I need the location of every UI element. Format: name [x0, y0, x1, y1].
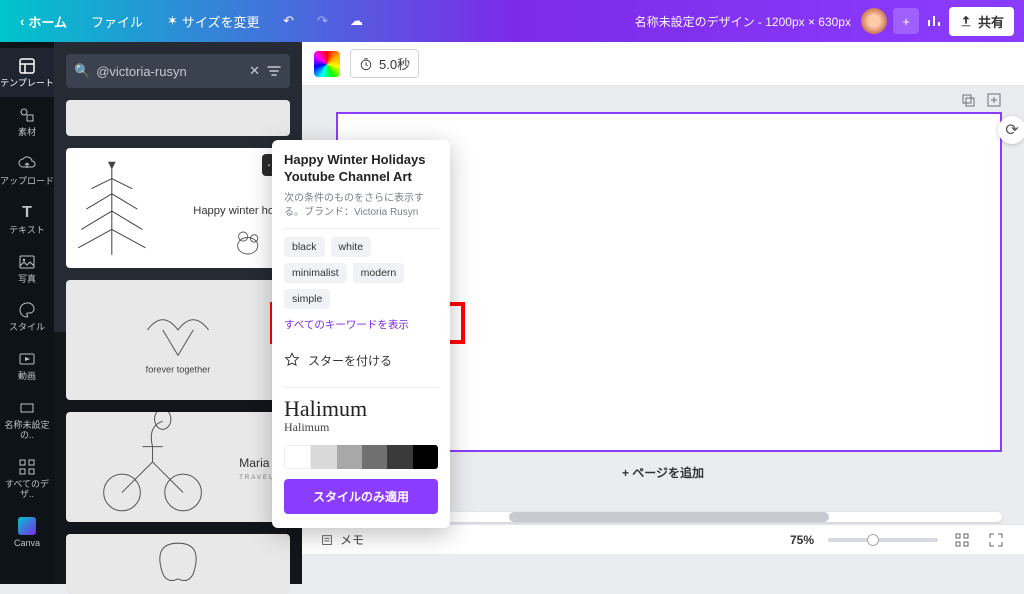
- resize-menu[interactable]: ✶ サイズを変更: [157, 6, 270, 37]
- clear-search-button[interactable]: ✕: [249, 63, 260, 79]
- search-icon: 🔍: [74, 63, 90, 79]
- swatch[interactable]: [284, 445, 311, 469]
- template-thumb-1[interactable]: ⋯ Happy winter holidays: [66, 148, 290, 268]
- template-thumb-0[interactable]: [66, 100, 290, 136]
- home-label: ホーム: [28, 12, 67, 31]
- apply-style-button[interactable]: スタイルのみ適用: [284, 479, 438, 514]
- avatar[interactable]: [861, 8, 887, 34]
- svg-text:forever together: forever together: [146, 365, 211, 375]
- star-button[interactable]: スターを付ける: [278, 342, 444, 379]
- doc-icon: [17, 398, 37, 418]
- filter-button[interactable]: [266, 63, 282, 79]
- duration-button[interactable]: 5.0秒: [350, 49, 419, 78]
- swatch[interactable]: [362, 445, 387, 469]
- canva-icon: [17, 516, 37, 536]
- template-thumb-3[interactable]: Maria OshoTRAVEL BLOG: [66, 412, 290, 522]
- search-input[interactable]: 🔍 @victoria-rusyn ✕: [66, 54, 290, 88]
- tag[interactable]: minimalist: [284, 263, 347, 283]
- elements-icon: [17, 105, 37, 125]
- rail-recent-doc[interactable]: 名称未設定の..: [0, 390, 54, 449]
- swatch[interactable]: [387, 445, 412, 469]
- color-picker-button[interactable]: [314, 51, 340, 77]
- resize-icon: ✶: [167, 13, 178, 29]
- share-button[interactable]: 共有: [949, 7, 1014, 36]
- template-icon: [17, 56, 37, 76]
- zoom-slider[interactable]: [828, 538, 938, 542]
- rail-style[interactable]: スタイル: [0, 292, 54, 341]
- tree-illustration: Happy winter holidays: [66, 148, 290, 268]
- rail-photo[interactable]: 写真: [0, 244, 54, 293]
- template-thumb-2[interactable]: forever together: [66, 280, 290, 400]
- video-icon: [17, 349, 37, 369]
- brand-link[interactable]: Victoria Rusyn: [354, 207, 418, 218]
- duration-value: 5.0秒: [379, 54, 410, 73]
- bottom-bar: メモ 75%: [302, 524, 1024, 554]
- rail-template[interactable]: テンプレート: [0, 48, 54, 97]
- grid-icon: [17, 457, 37, 477]
- cloud-sync-icon[interactable]: ☁: [342, 6, 372, 36]
- template-panel: 🔍 @victoria-rusyn ✕ ⋯ Happy winter holid…: [54, 42, 302, 584]
- rail-canva[interactable]: Canva: [0, 508, 54, 557]
- text-icon: T: [17, 203, 37, 223]
- hands-illustration: forever together: [66, 280, 290, 400]
- style-icon: [17, 300, 37, 320]
- show-all-keywords-link[interactable]: すべてのキーワードを表示: [284, 317, 438, 332]
- swatch[interactable]: [337, 445, 362, 469]
- upload-icon: [17, 154, 37, 174]
- new-page-button[interactable]: [986, 92, 1002, 108]
- color-palette[interactable]: [284, 445, 438, 469]
- rail-more[interactable]: すべてのデザ..: [0, 449, 54, 508]
- file-menu[interactable]: ファイル: [81, 6, 153, 37]
- brand-name-small: Halimum: [284, 420, 438, 435]
- search-value: @victoria-rusyn: [96, 64, 243, 79]
- photo-icon: [17, 252, 37, 272]
- duplicate-page-button[interactable]: [960, 92, 976, 108]
- rail-video[interactable]: 動画: [0, 341, 54, 390]
- clock-icon: [359, 57, 373, 71]
- template-thumb-4[interactable]: [66, 534, 290, 594]
- swatch[interactable]: [311, 445, 336, 469]
- tag-list: black white minimalist modern simple: [284, 237, 438, 309]
- home-button[interactable]: ‹ ホーム: [10, 6, 77, 37]
- add-member-button[interactable]: +: [893, 8, 919, 34]
- star-icon: [284, 352, 300, 368]
- page-grid-button[interactable]: [952, 530, 972, 550]
- template-detail-popover: Happy Winter Holidays Youtube Channel Ar…: [272, 140, 450, 528]
- popover-subtitle: 次の条件のものをさらに表示する。ブランド：Victoria Rusyn: [284, 192, 438, 220]
- tag[interactable]: simple: [284, 289, 330, 309]
- rail-elements[interactable]: 素材: [0, 97, 54, 146]
- side-rail: テンプレート 素材 アップロード T テキスト 写真 スタイル 動画 名称未設定: [0, 42, 54, 584]
- bar-chart-icon: [926, 13, 942, 29]
- notes-icon: [320, 533, 334, 547]
- document-title[interactable]: 名称未設定のデザイン - 1200px × 630px: [635, 13, 851, 30]
- swatch[interactable]: [413, 445, 438, 469]
- analytics-button[interactable]: [919, 6, 949, 36]
- brand-name-large: Halimum: [284, 396, 438, 422]
- tag[interactable]: white: [331, 237, 372, 257]
- resize-label: サイズを変更: [182, 12, 260, 31]
- popover-title: Happy Winter Holidays Youtube Channel Ar…: [284, 152, 438, 186]
- chevron-left-icon: ‹: [20, 14, 24, 29]
- notes-button[interactable]: メモ: [320, 531, 364, 548]
- bike-illustration: Maria OshoTRAVEL BLOG: [66, 412, 290, 522]
- curls-illustration: [66, 534, 290, 594]
- zoom-percent[interactable]: 75%: [790, 533, 814, 547]
- share-icon: [959, 14, 973, 28]
- share-label: 共有: [978, 12, 1004, 31]
- tag[interactable]: black: [284, 237, 325, 257]
- canvas-toolbar: 5.0秒: [302, 42, 1024, 86]
- rail-upload[interactable]: アップロード: [0, 146, 54, 195]
- fullscreen-button[interactable]: [986, 530, 1006, 550]
- tag[interactable]: modern: [353, 263, 405, 283]
- star-label: スターを付ける: [308, 352, 392, 369]
- rail-text[interactable]: T テキスト: [0, 195, 54, 244]
- notes-label: メモ: [340, 531, 364, 548]
- undo-button[interactable]: ↶: [274, 6, 304, 36]
- refresh-button[interactable]: ⟳: [998, 116, 1024, 144]
- redo-button[interactable]: ↷: [308, 6, 338, 36]
- topbar: ‹ ホーム ファイル ✶ サイズを変更 ↶ ↷ ☁ 名称未設定のデザイン - 1…: [0, 0, 1024, 42]
